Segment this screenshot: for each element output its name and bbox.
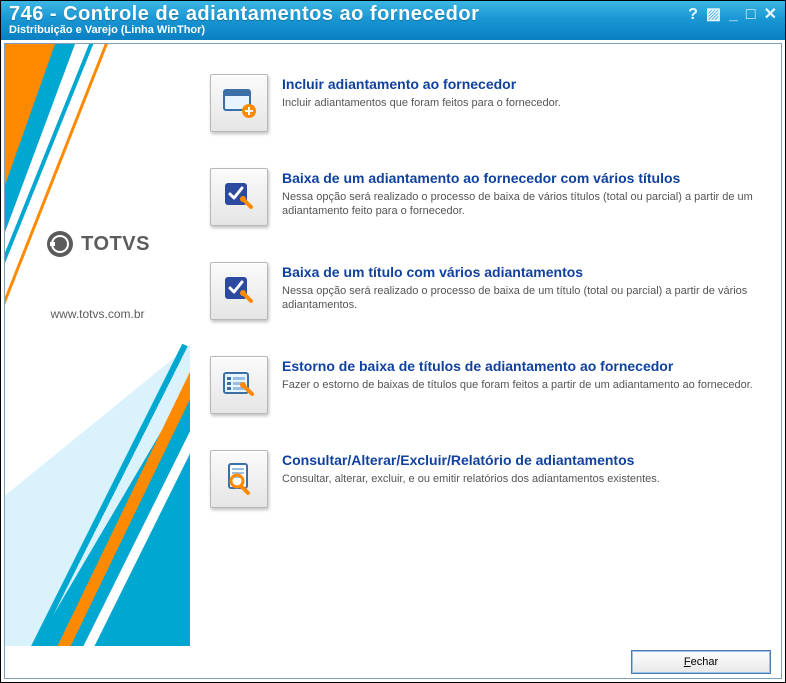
option-texts: Incluir adiantamento ao fornecedor Inclu… — [282, 74, 561, 110]
option-texts: Baixa de um título com vários adiantamen… — [282, 262, 761, 313]
option-title[interactable]: Incluir adiantamento ao fornecedor — [282, 76, 561, 94]
option-icon-button[interactable] — [210, 168, 268, 226]
option-title[interactable]: Baixa de um adiantamento ao fornecedor c… — [282, 170, 761, 188]
brand-logo: TOTVS — [45, 229, 150, 259]
totvs-logo-icon — [45, 229, 75, 259]
title-bar: 746 - Controle de adiantamentos ao forne… — [1, 1, 785, 40]
option-title[interactable]: Baixa de um título com vários adiantamen… — [282, 264, 761, 282]
option-icon-button[interactable] — [210, 356, 268, 414]
close-button[interactable]: Fechar — [631, 650, 771, 674]
close-icon[interactable]: ✕ — [764, 7, 777, 23]
window-add-icon — [221, 85, 257, 121]
sidebar: TOTVS www.totvs.com.br — [5, 44, 190, 646]
sidebar-decoration — [5, 44, 190, 646]
window-subtitle: Distribuição e Varejo (Linha WinThor) — [9, 24, 479, 36]
option-description: Fazer o estorno de baixas de títulos que… — [282, 378, 753, 393]
close-button-rest: echar — [691, 656, 719, 668]
help-icon[interactable]: ? — [688, 7, 698, 23]
option-title[interactable]: Consultar/Alterar/Excluir/Relatório de a… — [282, 452, 660, 470]
option-description: Nessa opção será realizado o processo de… — [282, 190, 761, 220]
options-list: Incluir adiantamento ao fornecedor Inclu… — [190, 44, 781, 646]
option-icon-button[interactable] — [210, 262, 268, 320]
client-area: TOTVS www.totvs.com.br Inclu — [4, 43, 782, 679]
title-texts: 746 - Controle de adiantamentos ao forne… — [9, 3, 479, 36]
option-incluir-adiantamento: Incluir adiantamento ao fornecedor Inclu… — [210, 74, 761, 132]
option-estorno-baixa: Estorno de baixa de títulos de adiantame… — [210, 356, 761, 414]
option-texts: Estorno de baixa de títulos de adiantame… — [282, 356, 753, 392]
window-controls: ? ▨ _ □ ✕ — [688, 3, 777, 23]
checkbox-wrench-icon — [221, 179, 257, 215]
option-icon-button[interactable] — [210, 450, 268, 508]
option-description: Consultar, alterar, excluir, e ou emitir… — [282, 472, 660, 487]
option-baixa-titulo-varios-adiantamentos: Baixa de um título com vários adiantamen… — [210, 262, 761, 320]
option-title[interactable]: Estorno de baixa de títulos de adiantame… — [282, 358, 753, 376]
brand-name: TOTVS — [81, 233, 150, 256]
bottom-bar: Fechar — [5, 646, 781, 678]
maximize-icon[interactable]: □ — [746, 7, 756, 23]
option-description: Incluir adiantamentos que foram feitos p… — [282, 96, 561, 111]
note-icon[interactable]: ▨ — [706, 7, 721, 23]
option-texts: Consultar/Alterar/Excluir/Relatório de a… — [282, 450, 660, 486]
option-icon-button[interactable] — [210, 74, 268, 132]
window-title: 746 - Controle de adiantamentos ao forne… — [9, 3, 479, 25]
option-baixa-adiantamento-varios-titulos: Baixa de um adiantamento ao fornecedor c… — [210, 168, 761, 226]
option-texts: Baixa de um adiantamento ao fornecedor c… — [282, 168, 761, 219]
close-button-hotkey: F — [684, 656, 691, 668]
checkbox-wrench-icon — [221, 273, 257, 309]
option-description: Nessa opção será realizado o processo de… — [282, 284, 761, 314]
brand-url: www.totvs.com.br — [50, 307, 144, 321]
brand-block: TOTVS www.totvs.com.br — [45, 229, 150, 321]
content-row: TOTVS www.totvs.com.br Inclu — [5, 44, 781, 646]
search-document-icon — [221, 461, 257, 497]
list-wrench-icon — [221, 367, 257, 403]
option-consultar-alterar-excluir: Consultar/Alterar/Excluir/Relatório de a… — [210, 450, 761, 508]
minimize-icon[interactable]: _ — [729, 7, 738, 23]
